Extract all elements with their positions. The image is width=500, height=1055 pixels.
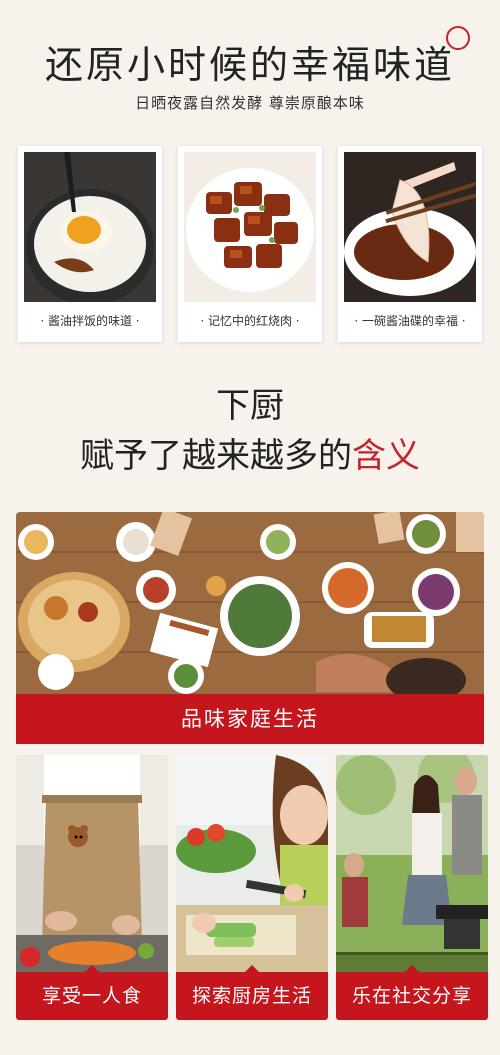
tile-label: 乐在社交分享 [336,965,488,1020]
tile-label: 探索厨房生活 [176,965,328,1020]
memory-caption: · 记忆中的红烧肉 · [200,314,300,328]
tile-label: 享受一人食 [16,965,168,1020]
heading-highlight: 含义 [352,436,420,476]
tile-cooking-alone: 享受一人食 [16,755,168,1020]
memory-card-soy-dip: · 一碗酱油碟的幸福 · [338,146,482,342]
rice-egg-photo [24,152,156,302]
memory-card-pork: · 记忆中的红烧肉 · [178,146,322,342]
soy-dip-photo [344,152,476,302]
memory-caption: · 酱油拌饭的味道 · [40,314,140,328]
page-subtitle: 日晒夜露自然发酵 尊崇原酿本味 [135,94,365,112]
family-banner: 品味家庭生活 [16,694,484,744]
memory-card-rice: · 酱油拌饭的味道 · [18,146,162,342]
section-heading-line2: 赋予了越来越多的含义 [0,428,500,477]
tile-explore-kitchen: 探索厨房生活 [176,755,328,1020]
heading-text: 赋予了越来越多的 [80,436,352,476]
tile-social-sharing: 乐在社交分享 [336,755,488,1020]
section-heading-line1: 下厨 [216,386,284,426]
page-title: 还原小时候的幸福味道 [44,43,455,87]
braised-pork-photo [184,152,316,302]
memory-caption: · 一碗酱油碟的幸福 · [354,314,466,328]
circle-ornament-icon [446,26,470,50]
